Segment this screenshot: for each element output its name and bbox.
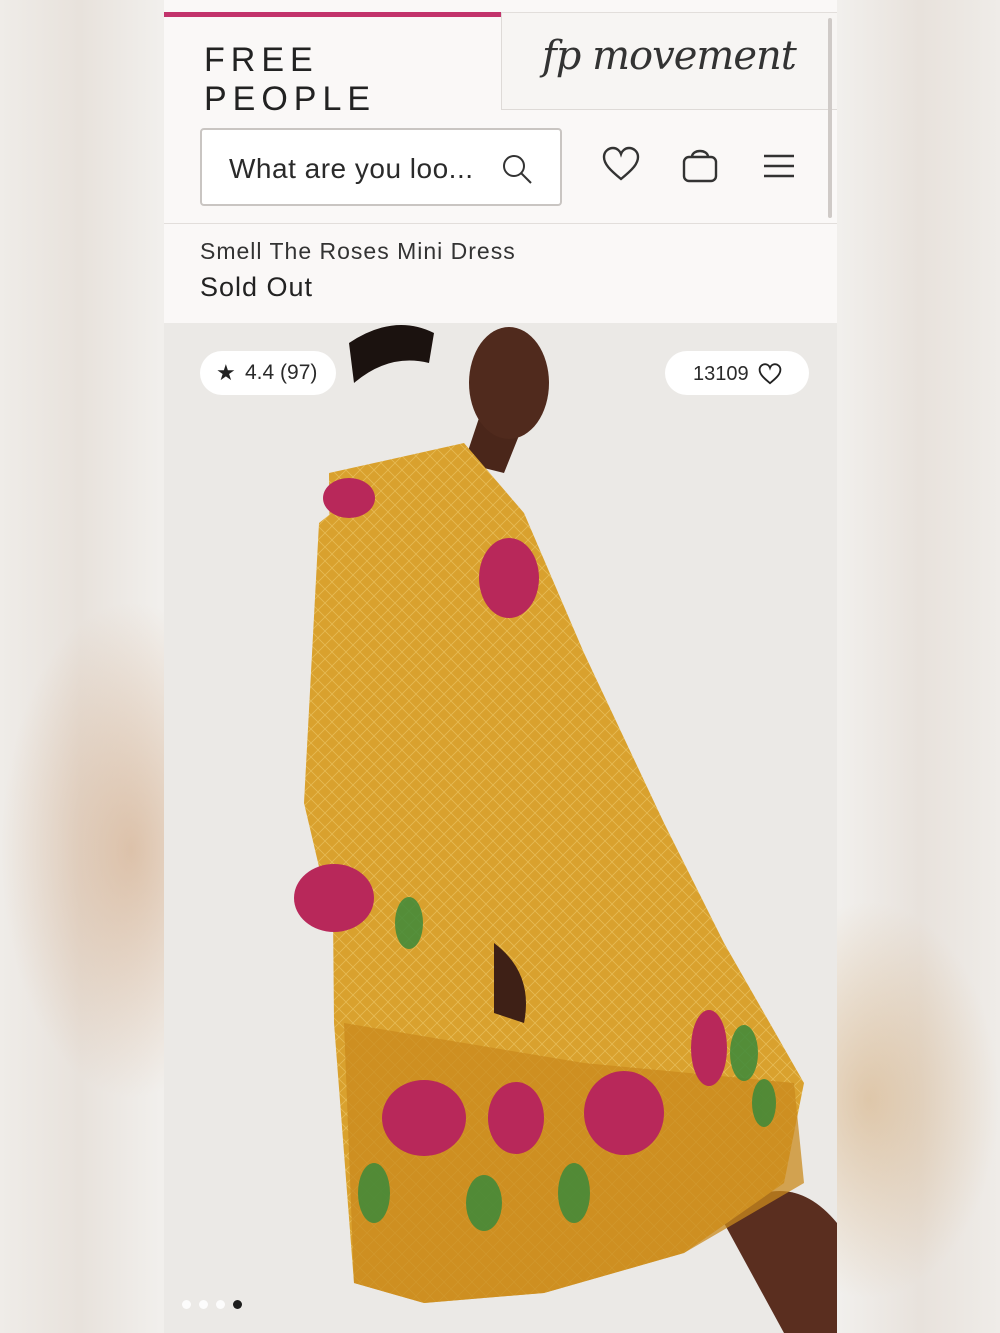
mobile-viewport: FREE PEOPLE fp movement What are you loo… (164, 0, 837, 1333)
carousel-dot[interactable] (182, 1300, 191, 1309)
heart-icon (758, 363, 782, 385)
active-tab-indicator (164, 12, 501, 17)
carousel-dot[interactable] (216, 1300, 225, 1309)
background-blur-right (836, 900, 1000, 1300)
heart-icon[interactable] (602, 146, 640, 182)
menu-icon[interactable] (763, 153, 795, 179)
favorite-button[interactable]: 13109 (665, 351, 809, 395)
search-placeholder: What are you loo... (229, 153, 474, 184)
stock-status: Sold Out (200, 272, 314, 302)
brand-tabs: FREE PEOPLE fp movement (164, 12, 837, 118)
carousel-dot-active[interactable] (233, 1300, 242, 1309)
background-blur-left (0, 600, 164, 1100)
fp-movement-logo: fp movement (542, 33, 797, 79)
page-scrollbar[interactable] (828, 18, 832, 218)
product-title: Smell The Roses Mini Dress (200, 238, 516, 264)
carousel-indicators (182, 1300, 242, 1309)
product-image-carousel[interactable]: ★ 4.4 (97) 13109 (164, 323, 837, 1333)
search-icon[interactable] (500, 152, 534, 186)
rating-value: 4.4 (97) (245, 361, 318, 384)
star-icon: ★ (216, 360, 236, 385)
carousel-dot[interactable] (199, 1300, 208, 1309)
favorites-count: 13109 (693, 363, 749, 385)
bag-icon[interactable] (681, 145, 719, 183)
tab-fp-movement[interactable]: fp movement (501, 13, 837, 110)
header-divider (164, 223, 837, 224)
rating-badge[interactable]: ★ 4.4 (97) (200, 351, 336, 395)
search-input[interactable]: What are you loo... (200, 128, 562, 206)
tab-free-people[interactable]: FREE PEOPLE (164, 12, 501, 118)
free-people-logo: FREE PEOPLE (204, 41, 377, 118)
product-photo (294, 325, 837, 1333)
